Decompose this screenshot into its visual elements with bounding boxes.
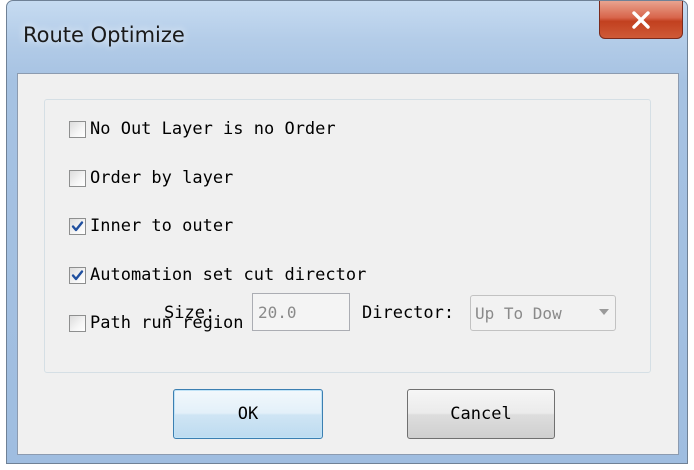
option-inner-to-outer[interactable]: Inner to outer [69, 214, 233, 238]
option-no-out-layer[interactable]: No Out Layer is no Order [69, 117, 336, 141]
option-label: Automation set cut director [90, 265, 367, 285]
option-label: Inner to outer [90, 216, 234, 236]
route-optimize-dialog: Route Optimize No Out Layer is no Order … [6, 0, 688, 464]
checkbox-path-run-region[interactable] [69, 314, 86, 332]
dialog-body: No Out Layer is no Order Order by layer … [17, 73, 679, 455]
checkbox-order-by-layer[interactable] [69, 169, 86, 187]
option-label: No Out Layer is no Order [90, 119, 336, 139]
size-input[interactable] [252, 293, 350, 331]
checkbox-no-out-layer[interactable] [69, 120, 86, 138]
size-label: Size: [164, 303, 216, 323]
options-group: No Out Layer is no Order Order by layer … [44, 99, 651, 373]
chevron-down-icon [599, 309, 609, 315]
option-label: Order by layer [90, 168, 234, 188]
director-select[interactable]: Up To Dow [470, 295, 616, 331]
cancel-button[interactable]: Cancel [407, 389, 555, 439]
close-icon [632, 10, 650, 29]
option-path-run-region[interactable]: Path run region [69, 311, 244, 335]
director-label: Director: [362, 303, 455, 323]
director-select-value: Up To Dow [475, 303, 562, 323]
title-bar[interactable]: Route Optimize [7, 1, 687, 73]
close-button[interactable] [599, 1, 683, 39]
checkmark-icon [71, 269, 84, 280]
checkmark-icon [71, 220, 84, 231]
ok-button[interactable]: OK [173, 389, 323, 439]
option-automation-cut-director[interactable]: Automation set cut director [69, 263, 366, 287]
option-order-by-layer[interactable]: Order by layer [69, 166, 233, 190]
checkbox-inner-to-outer[interactable] [69, 217, 86, 235]
checkbox-automation-cut-director[interactable] [69, 266, 86, 284]
window-title: Route Optimize [23, 23, 185, 47]
